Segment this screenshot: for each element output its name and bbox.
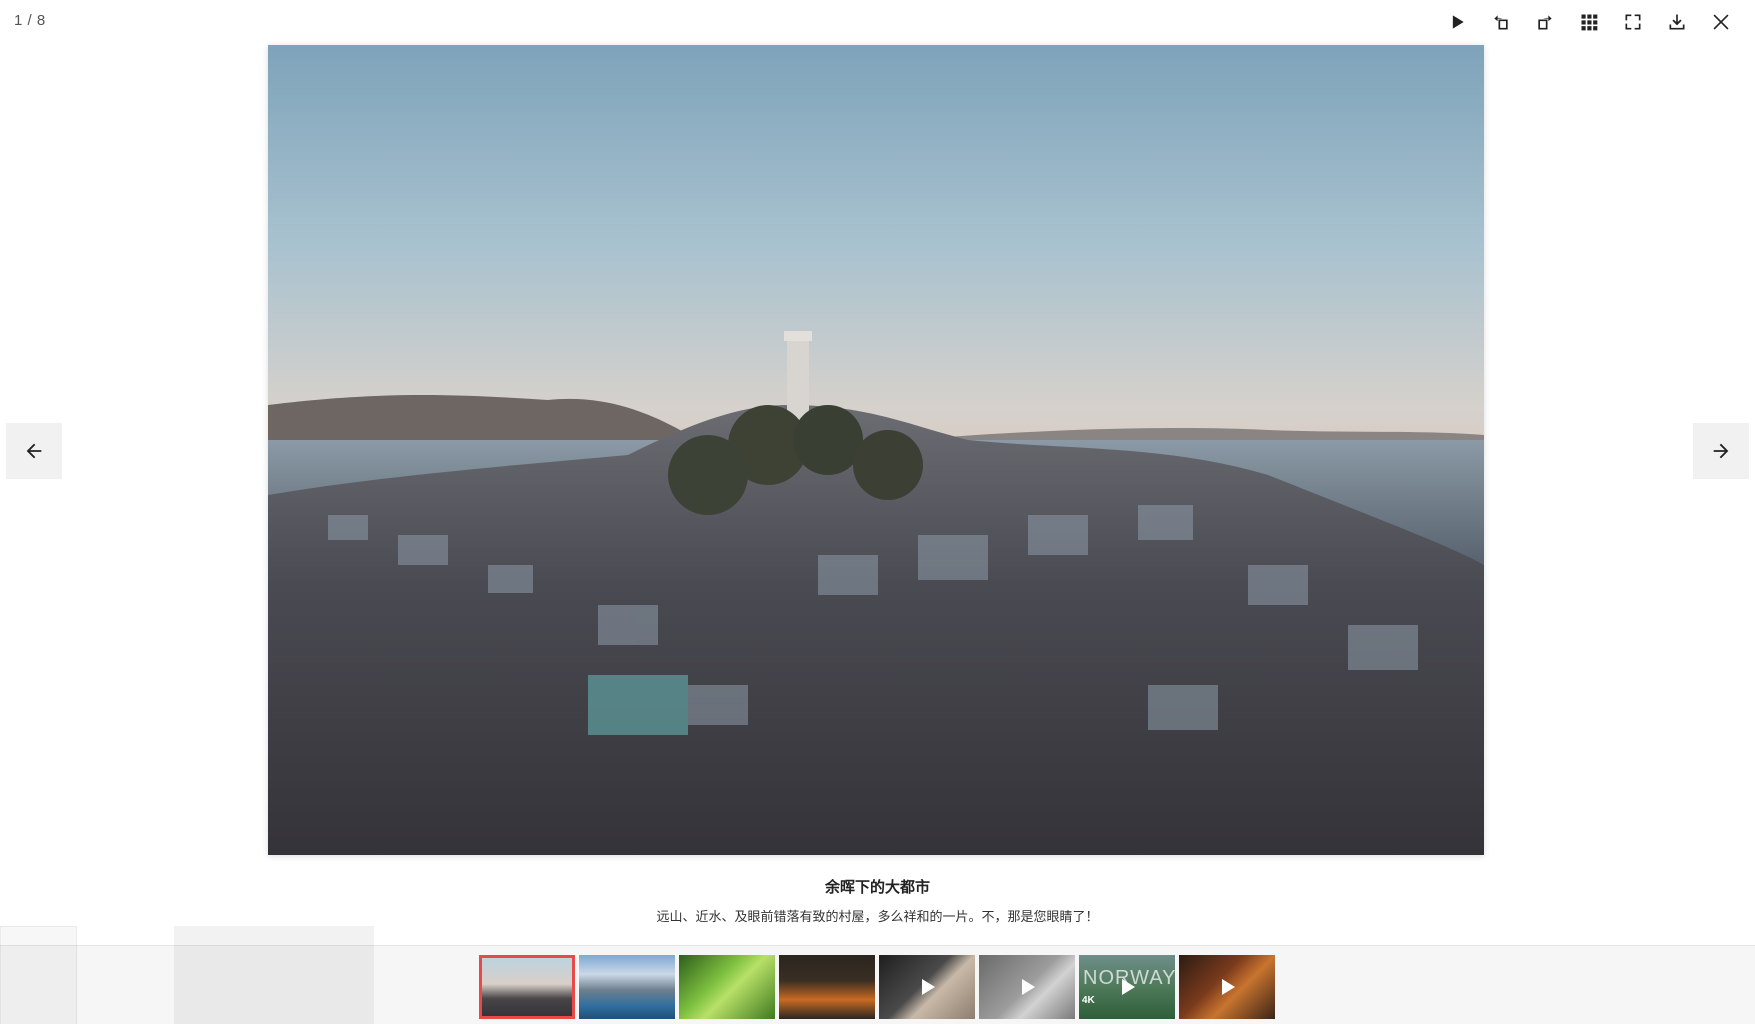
rotate-right-button[interactable] (1523, 0, 1567, 44)
caption-title: 余晖下的大都市 (824, 879, 930, 896)
slideshow-button[interactable] (1435, 0, 1479, 44)
play-icon (1122, 979, 1135, 995)
rotate-left-button[interactable] (1479, 0, 1523, 44)
viewer-toolbar (1435, 0, 1755, 44)
play-icon (1022, 979, 1035, 995)
arrow-left-icon (26, 443, 42, 459)
main-photo[interactable] (268, 45, 1484, 855)
rotate-right-icon (1538, 15, 1552, 30)
play-icon (1452, 15, 1464, 29)
fullscreen-icon (1625, 14, 1641, 30)
city-photo (268, 45, 1484, 855)
grid-icon (1581, 14, 1598, 31)
image-viewer: 1 / 8 余晖下的大都市 远山、近水、及眼前错落有致的村屋，多么祥和的一片。不… (0, 0, 1755, 1024)
background-panel (174, 926, 374, 1024)
thumbnail-8[interactable] (1179, 955, 1275, 1019)
play-icon (1222, 979, 1235, 995)
rotate-left-icon (1494, 15, 1508, 30)
previous-button[interactable] (6, 423, 62, 479)
download-button[interactable] (1655, 0, 1699, 44)
play-icon (922, 979, 935, 995)
thumbnail-6[interactable] (979, 955, 1075, 1019)
arrow-right-icon (1713, 443, 1729, 459)
thumbnail-list: NORWAY 4K (479, 955, 1275, 1019)
thumbnail-strip: NORWAY 4K (0, 926, 1755, 1024)
download-icon (1669, 14, 1685, 30)
thumbnail-4[interactable] (779, 955, 875, 1019)
next-button[interactable] (1693, 423, 1749, 479)
thumbnail-3[interactable] (679, 955, 775, 1019)
close-icon (1713, 14, 1729, 30)
thumbnail-2[interactable] (579, 955, 675, 1019)
image-counter: 1 / 8 (14, 12, 46, 29)
thumbnails-toggle-button[interactable] (1567, 0, 1611, 44)
thumbnail-5[interactable] (879, 955, 975, 1019)
thumbnail-overlay-sub: 4K (1082, 995, 1095, 1006)
thumbnail-1[interactable] (479, 955, 575, 1019)
fullscreen-button[interactable] (1611, 0, 1655, 44)
close-button[interactable] (1699, 0, 1743, 44)
background-panel (0, 926, 77, 1024)
thumbnail-7[interactable]: NORWAY 4K (1079, 955, 1175, 1019)
caption-description: 远山、近水、及眼前错落有致的村屋，多么祥和的一片。不，那是您眼睛了！ (656, 909, 1099, 924)
